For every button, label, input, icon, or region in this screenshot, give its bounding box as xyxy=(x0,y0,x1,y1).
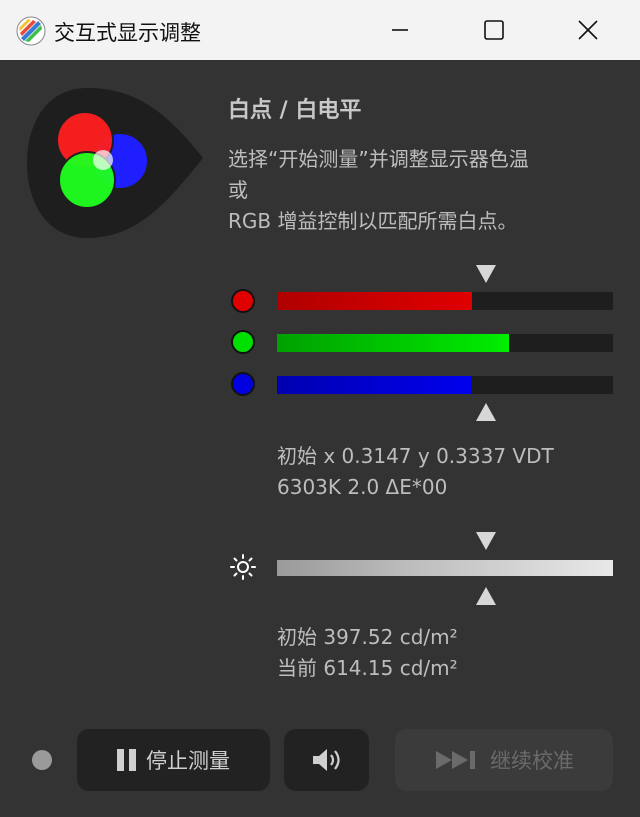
red-channel-dot xyxy=(231,289,255,313)
close-button[interactable] xyxy=(540,0,636,60)
rgb-target-top-marker-icon xyxy=(476,265,496,283)
continue-calibration-button[interactable]: 继续校准 xyxy=(395,729,613,791)
description-line: 或 xyxy=(228,178,248,202)
status-indicator xyxy=(32,750,52,770)
continue-calibration-label: 继续校准 xyxy=(490,749,574,773)
minimize-icon xyxy=(392,29,408,31)
sound-toggle-button[interactable] xyxy=(284,729,369,791)
app-window: 交互式显示调整 白点 / 白电平 选择“开始测量”并调整显示器色温 或 RGB … xyxy=(0,0,640,817)
blue-gain-fill xyxy=(277,376,472,394)
white-point-line: 6303K 2.0 ΔE*00 xyxy=(277,475,448,499)
description-line: 选择“开始测量”并调整显示器色温 xyxy=(228,147,529,171)
green-channel-dot xyxy=(231,330,255,354)
speaker-icon xyxy=(312,749,340,771)
green-gain-bar xyxy=(277,334,613,352)
red-gain-bar xyxy=(277,292,613,310)
luminance-bar xyxy=(277,560,613,576)
sun-icon xyxy=(230,554,256,580)
title-bar: 交互式显示调整 xyxy=(0,0,640,60)
section-description: 选择“开始测量”并调整显示器色温 或 RGB 增益控制以匹配所需白点。 xyxy=(228,144,628,237)
white-point-line: 初始 x 0.3147 y 0.3337 VDT xyxy=(277,444,554,468)
white-point-readout: 初始 x 0.3147 y 0.3337 VDT 6303K 2.0 ΔE*00 xyxy=(277,441,554,503)
luminance-target-top-marker-icon xyxy=(476,532,496,550)
pause-icon xyxy=(117,749,136,771)
window-title: 交互式显示调整 xyxy=(54,21,201,45)
close-icon xyxy=(578,20,598,40)
rgb-target-bottom-marker-icon xyxy=(476,403,496,421)
stop-measurement-label: 停止测量 xyxy=(146,749,230,773)
description-line: RGB 增益控制以匹配所需白点。 xyxy=(228,209,518,233)
green-gain-fill xyxy=(277,334,509,352)
stop-measurement-button[interactable]: 停止测量 xyxy=(77,729,270,791)
skip-forward-icon xyxy=(436,751,475,769)
maximize-button[interactable] xyxy=(446,0,542,60)
blue-gain-bar xyxy=(277,376,613,394)
luminance-target-bottom-marker-icon xyxy=(476,587,496,605)
app-icon xyxy=(16,16,46,46)
red-gain-fill xyxy=(277,292,472,310)
maximize-icon xyxy=(484,20,504,40)
luminance-current: 当前 614.15 cd/m² xyxy=(277,656,458,680)
minimize-button[interactable] xyxy=(352,0,448,60)
luminance-readout: 初始 397.52 cd/m² 当前 614.15 cd/m² xyxy=(277,622,458,684)
luminance-initial: 初始 397.52 cd/m² xyxy=(277,625,458,649)
blue-channel-dot xyxy=(231,372,255,396)
section-heading: 白点 / 白电平 xyxy=(228,98,362,123)
rgb-logo-icon xyxy=(27,88,203,238)
